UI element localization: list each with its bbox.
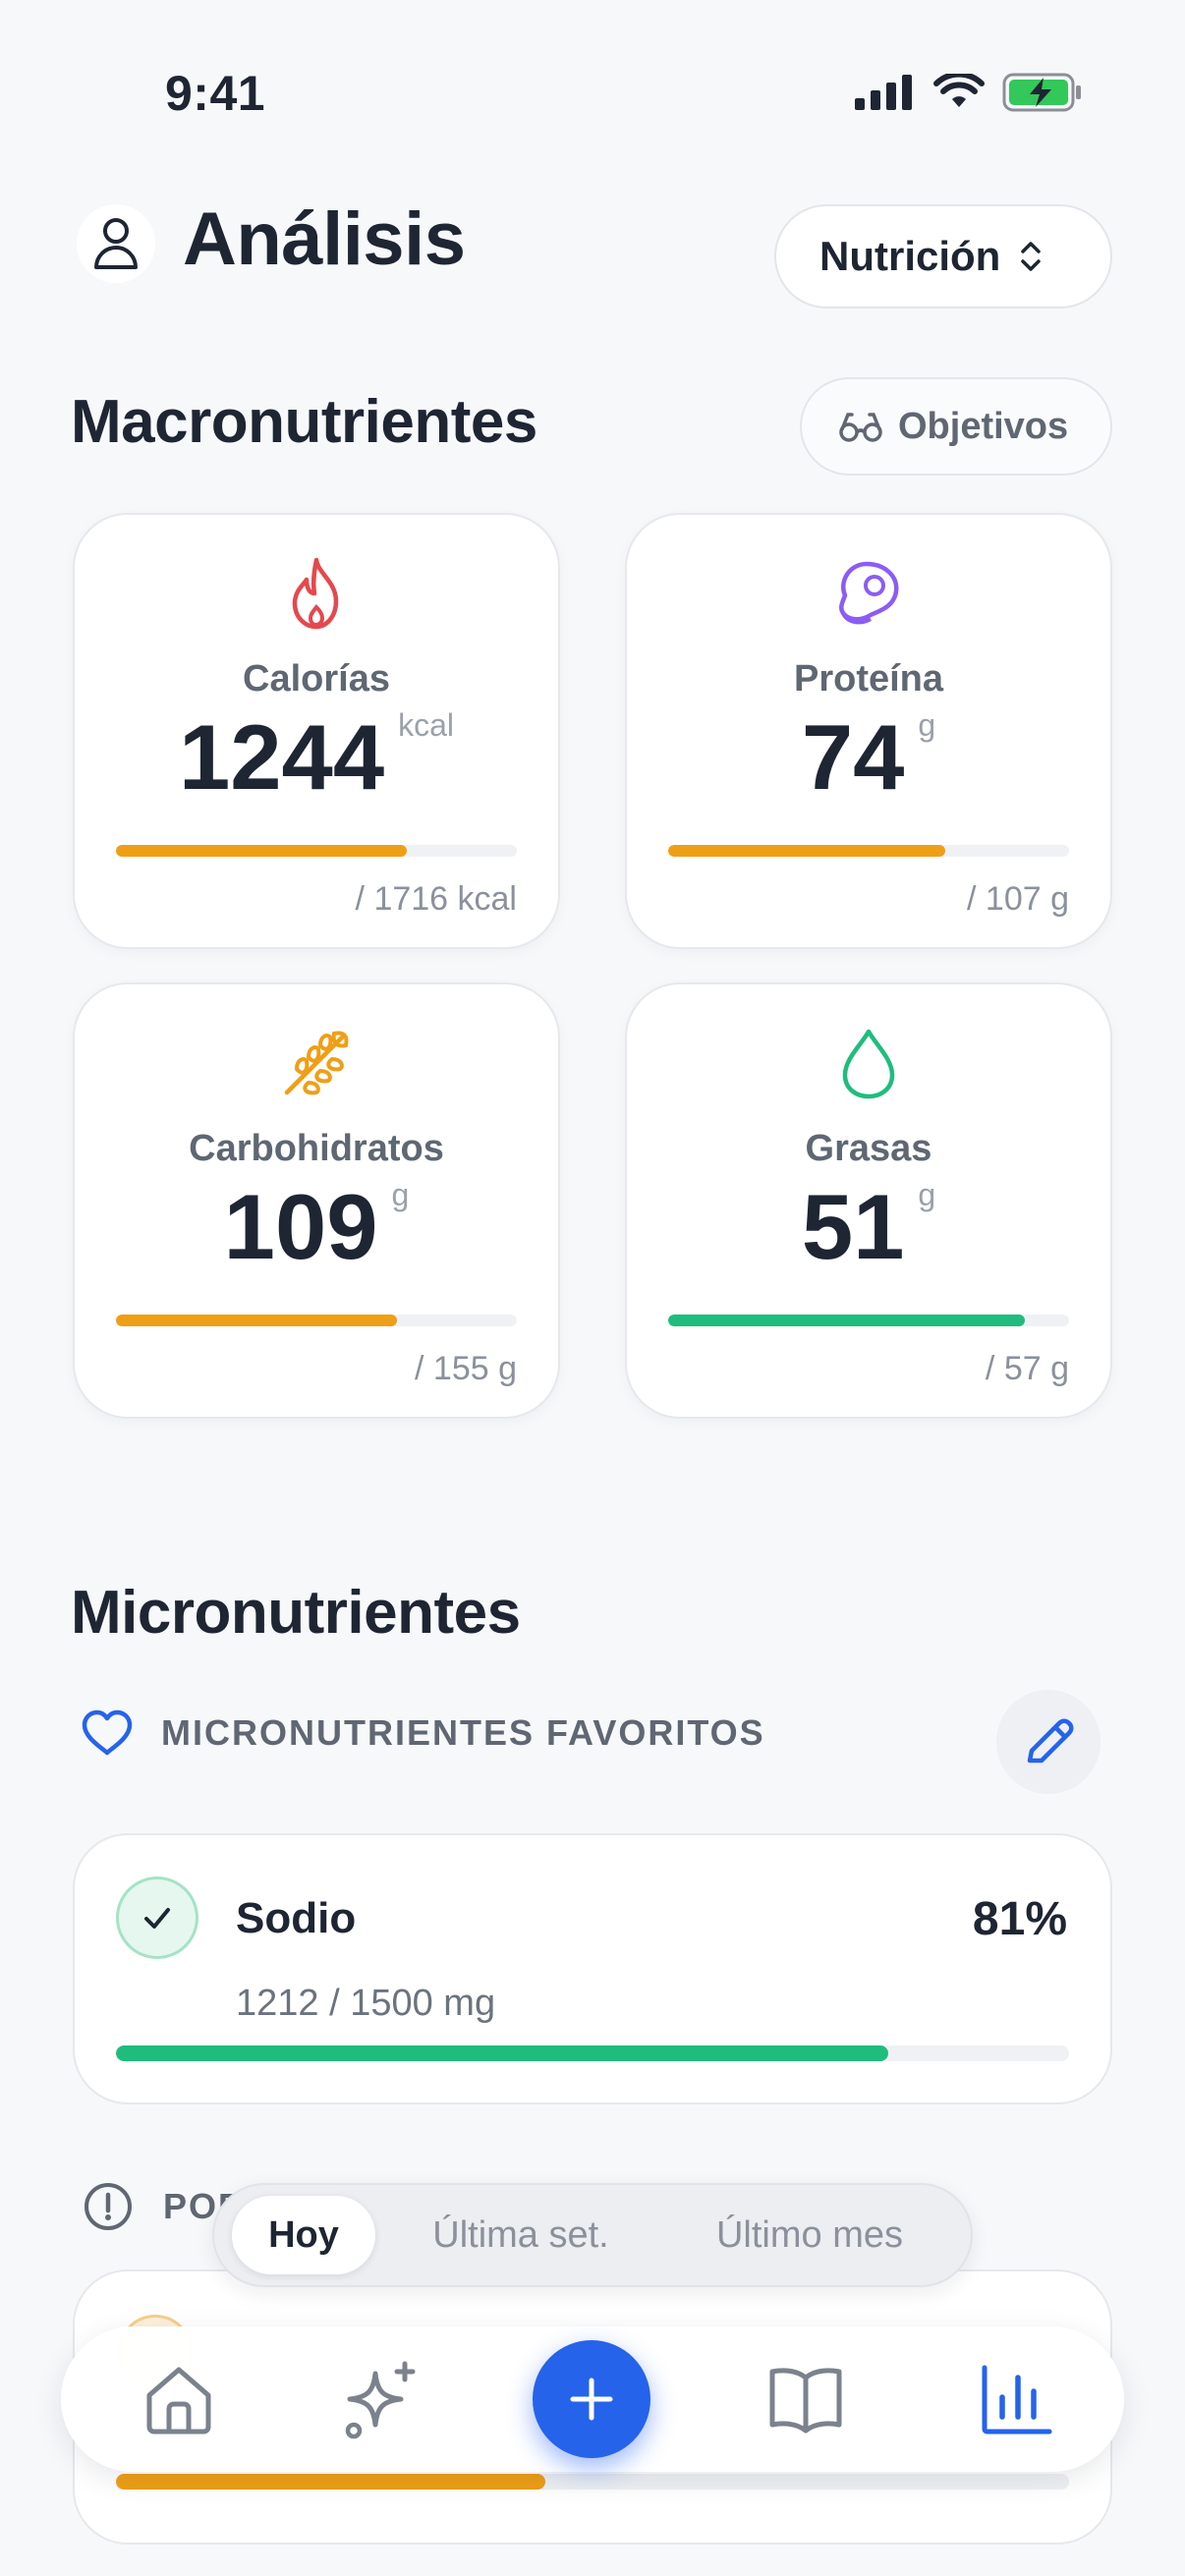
macro-unit: g <box>918 707 936 743</box>
macro-goal: / 155 g <box>415 1350 517 1387</box>
chevron-up-down-icon <box>1021 242 1042 271</box>
macro-value: 74 <box>801 705 905 809</box>
macro-card-protein[interactable]: Proteína 74 g / 107 g <box>625 513 1112 949</box>
macro-unit: g <box>918 1177 936 1212</box>
glasses-icon <box>839 413 882 442</box>
macro-progress-bar <box>116 845 517 857</box>
macro-card-carbs[interactable]: Carbohidratos 109 g / 155 g <box>73 982 560 1419</box>
micro-name: Sodio <box>236 1894 357 1942</box>
wifi-icon <box>933 74 985 107</box>
flame-icon <box>277 554 356 633</box>
micro-progress-bar <box>116 2045 1069 2061</box>
steak-icon <box>829 554 908 633</box>
macros-section-title: Macronutrientes <box>71 388 537 456</box>
droplet-icon <box>829 1024 908 1102</box>
mode-select[interactable]: Nutrición <box>774 204 1112 308</box>
tab-analysis[interactable] <box>975 2358 1057 2440</box>
favorites-title: MICRONUTRIENTES FAVORITOS <box>161 1712 765 1753</box>
period-option-today[interactable]: Hoy <box>232 2196 375 2274</box>
macro-label: Proteína <box>793 658 944 700</box>
macro-progress-bar <box>668 1315 1069 1326</box>
macro-label: Calorías <box>243 658 390 700</box>
macro-card-calories[interactable]: Calorías 1244 kcal / 1716 kcal <box>73 513 560 949</box>
micros-section-title: Micronutrientes <box>71 1579 521 1647</box>
home-icon <box>146 2367 211 2435</box>
goals-button[interactable]: Objetivos <box>800 377 1112 476</box>
tab-bar <box>61 2326 1124 2472</box>
macro-label: Carbohidratos <box>189 1128 444 1169</box>
micro-amount: 1212 / 1500 mg <box>236 1983 496 2024</box>
macro-label: Grasas <box>805 1128 932 1169</box>
page-title: Análisis <box>183 197 466 281</box>
macro-unit: kcal <box>398 707 455 743</box>
status-bar: 9:41 <box>0 0 1185 138</box>
micro-card-sodium[interactable]: Sodio 81% 1212 / 1500 mg <box>73 1833 1112 2104</box>
macro-card-fats[interactable]: Grasas 51 g / 57 g <box>625 982 1112 1419</box>
macro-progress-bar <box>116 1315 517 1326</box>
mode-select-value: Nutrición <box>819 233 1001 279</box>
favorites-header: MICRONUTRIENTES FAVORITOS <box>81 1709 765 1757</box>
profile-avatar-button[interactable] <box>77 204 155 283</box>
goals-button-label: Objetivos <box>898 405 1069 447</box>
alert-circle-icon <box>85 2183 132 2230</box>
status-icons <box>855 73 1083 112</box>
check-icon <box>116 1876 198 1959</box>
status-time: 9:41 <box>165 66 266 121</box>
signal-icon <box>855 75 912 110</box>
macro-goal: / 1716 kcal <box>355 880 517 918</box>
macro-progress-bar <box>668 845 1069 857</box>
macro-goal: / 57 g <box>985 1350 1069 1387</box>
sparkles-icon <box>345 2361 416 2439</box>
macro-value: 109 <box>223 1175 378 1278</box>
pencil-icon <box>1027 1718 1074 1764</box>
add-button[interactable] <box>533 2340 650 2458</box>
macro-goal: / 107 g <box>967 880 1069 918</box>
macro-value: 51 <box>801 1175 905 1278</box>
tab-journal[interactable] <box>764 2358 847 2440</box>
tab-home[interactable] <box>138 2358 220 2440</box>
macro-value: 1244 <box>178 705 385 809</box>
edit-favorites-button[interactable] <box>996 1690 1100 1794</box>
wheat-icon <box>277 1024 356 1102</box>
macro-unit: g <box>391 1177 410 1212</box>
tab-ai[interactable] <box>342 2358 424 2440</box>
battery-charging-icon <box>1002 73 1081 112</box>
micro-percent: 81% <box>972 1893 1067 1945</box>
chart-icon <box>982 2365 1052 2435</box>
add-icon <box>570 2378 613 2421</box>
micro-progress-bar <box>116 2474 1069 2490</box>
user-icon <box>94 218 138 269</box>
period-option-last-week[interactable]: Última set. <box>385 2196 656 2274</box>
period-option-last-month[interactable]: Último mes <box>666 2196 953 2274</box>
heart-icon <box>82 1709 133 1756</box>
period-switch[interactable]: Hoy Última set. Último mes <box>212 2183 973 2287</box>
book-icon <box>769 2368 842 2434</box>
